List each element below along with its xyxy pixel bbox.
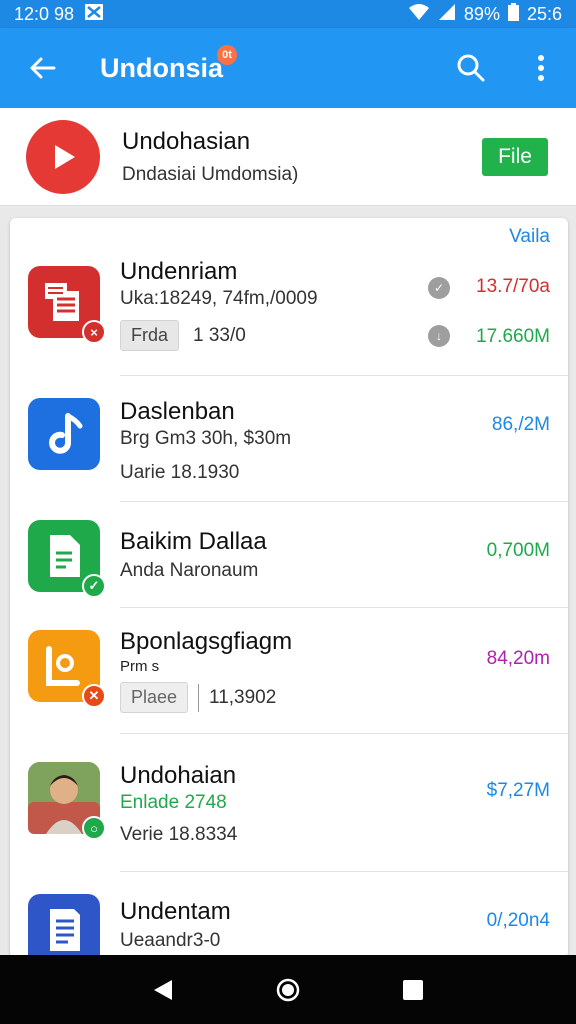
list-item[interactable]: ✓ Baikim Dallaa Anda Naronaum 0,700M xyxy=(10,502,568,608)
app-version: Uarie 18.1930 xyxy=(120,462,240,483)
file-check-icon: ✓ xyxy=(28,520,106,598)
app-size: 0,700M xyxy=(486,540,550,561)
app-size: 0/,20n4 xyxy=(486,910,550,931)
app-bar: Undonsia 0t xyxy=(0,28,576,108)
check-badge-icon: ✓ xyxy=(82,574,106,598)
app-details: Brg Gm3 30h, $30m xyxy=(120,428,292,449)
app-details: Anda Naronaum xyxy=(120,560,259,581)
app-name: Undenriam xyxy=(120,258,238,285)
battery-percent: 89% xyxy=(463,3,500,24)
app-size: 13.7/70a xyxy=(476,276,550,297)
circle-home-icon xyxy=(276,978,300,1001)
header-subtitle: Dndasiai Umdomsia) xyxy=(122,163,299,185)
more-options-button[interactable] xyxy=(506,28,576,108)
search-icon xyxy=(457,54,485,82)
triangle-back-icon xyxy=(153,979,172,1000)
app-version: Verie 18.8334 xyxy=(120,824,238,845)
header-title: Undohasian xyxy=(122,127,251,155)
square-recents-icon xyxy=(403,979,424,1000)
separator xyxy=(198,683,200,712)
featured-app-header: Undohasian Dndasiai Umdomsia) File xyxy=(0,108,576,206)
list-item[interactable]: ○ Undohaian Enlade 2748 Verie 18.8334 $7… xyxy=(10,734,568,872)
file-button[interactable]: File xyxy=(482,137,548,176)
music-note-icon xyxy=(28,398,100,470)
list-item[interactable]: Undentam Ueaandr3-0 0/,20n4 xyxy=(10,872,568,958)
app-size: 86,/2M xyxy=(491,414,550,435)
online-badge-icon: ○ xyxy=(82,816,106,840)
app-details: Uka:18249, 74fm,/0009 xyxy=(120,288,318,309)
app-tag[interactable]: Frda xyxy=(120,320,180,351)
app-tag[interactable]: Plaee xyxy=(120,682,189,713)
play-logo-icon xyxy=(26,119,100,194)
more-vert-icon xyxy=(538,55,544,81)
nav-recents-button[interactable] xyxy=(393,970,433,1010)
download-icon: ↓ xyxy=(428,325,450,347)
nav-home-button[interactable] xyxy=(268,970,308,1010)
app-details: Prm s xyxy=(120,658,160,675)
app-version: 1 33/0 xyxy=(193,324,246,346)
nav-back-button[interactable] xyxy=(143,970,183,1010)
battery-icon xyxy=(507,2,519,26)
app-details: Ueaandr3-0 xyxy=(120,930,221,951)
list-item[interactable]: ✕ Bponlagsgfiagm Prm s Plaee 11,3902 84,… xyxy=(10,608,568,734)
star-badge-icon: ✕ xyxy=(82,684,106,708)
list-item[interactable]: × Undenriam Uka:18249, 74fm,/0009 Frda 1… xyxy=(10,218,568,376)
person-photo-icon: ○ xyxy=(28,762,106,840)
title-badge: 0t xyxy=(217,44,238,65)
status-bar: 12:0 98 89% 25:6 xyxy=(0,0,576,28)
check-icon: ✓ xyxy=(428,277,450,299)
error-badge-icon: × xyxy=(82,320,106,344)
status-clock: 25:6 xyxy=(526,3,562,24)
app-name: Daslenban xyxy=(120,398,235,425)
app-version: 11,3902 xyxy=(209,686,277,708)
app-name: Bponlagsgfiagm xyxy=(120,628,293,655)
app-name: Undohaian xyxy=(120,762,237,789)
search-button[interactable] xyxy=(436,28,506,108)
system-nav-bar xyxy=(0,955,576,1024)
signal-icon xyxy=(438,3,456,26)
app-bar-title: Undonsia 0t xyxy=(100,44,238,84)
app-size: $7,27M xyxy=(486,780,550,801)
app-size-secondary: 17.660M xyxy=(476,326,550,347)
app-size: 84,20m xyxy=(486,648,550,669)
list-item[interactable]: Daslenban Brg Gm3 30h, $30m Uarie 18.193… xyxy=(10,376,568,502)
document-stack-icon: × xyxy=(28,266,106,344)
app-name: Undentam xyxy=(120,898,231,925)
location-card-icon: ✕ xyxy=(28,630,106,708)
wifi-icon xyxy=(408,3,430,26)
status-time: 12:0 98 xyxy=(14,3,75,24)
app-list: Vaila × Undenriam Uka:18249, 74fm,/0009 … xyxy=(10,218,568,958)
notification-icon xyxy=(84,3,104,26)
arrow-left-icon xyxy=(30,57,56,79)
back-button[interactable] xyxy=(0,28,84,108)
app-bar-title-text: Undonsia xyxy=(100,52,224,83)
app-name: Baikim Dallaa xyxy=(120,528,267,555)
app-details: Enlade 2748 xyxy=(120,792,227,813)
document-lines-icon xyxy=(28,894,100,958)
